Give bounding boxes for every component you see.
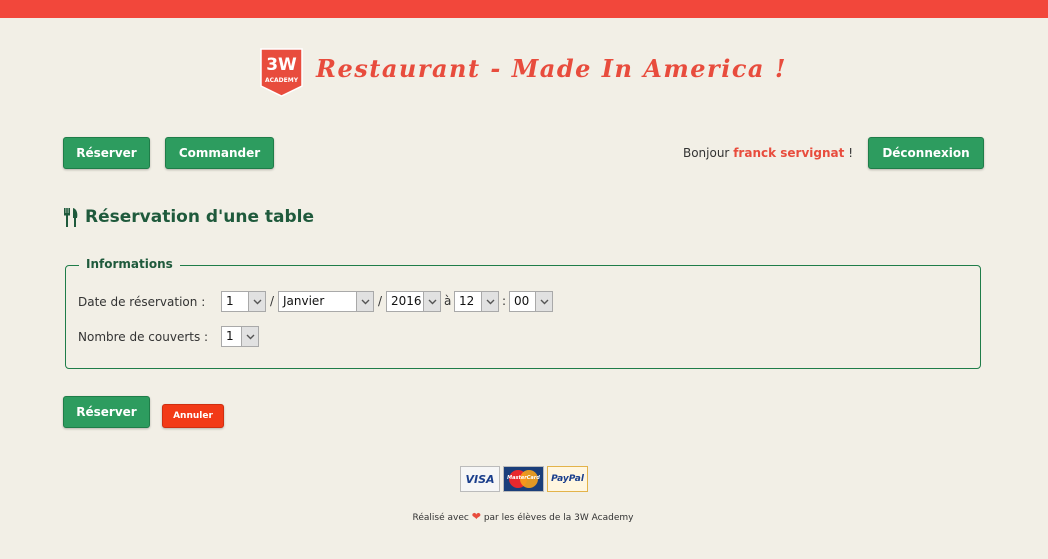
year-select[interactable]: 2016 <box>386 291 441 312</box>
time-separator-colon: : <box>502 294 507 308</box>
paypal-logo-text: PayPal <box>551 474 584 484</box>
logo-shield-icon: 3W ACADEMY <box>260 48 303 97</box>
greeting-prefix: Bonjour <box>682 146 730 160</box>
footer-text-after: par les élèves de la 3W Academy <box>483 513 634 523</box>
chevron-down-icon <box>481 292 498 311</box>
paypal-logo: PayPal <box>547 466 588 492</box>
chevron-down-icon <box>248 292 265 311</box>
minute-value: 00 <box>514 294 530 308</box>
month-value: Janvier <box>283 294 325 308</box>
page-title: Réservation d'une table <box>63 207 314 227</box>
date-label: Date de réservation : <box>78 295 206 309</box>
greeting-suffix: ! <box>848 146 853 160</box>
logout-button[interactable]: Déconnexion <box>868 137 984 169</box>
cutlery-icon <box>64 207 78 227</box>
user-name: franck servignat <box>733 146 845 160</box>
minute-select[interactable]: 00 <box>509 291 553 312</box>
year-value: 2016 <box>391 294 422 308</box>
chevron-down-icon <box>241 327 258 346</box>
mastercard-logo: MasterCard <box>503 466 544 492</box>
informations-fieldset: Informations Date de réservation : 1 / J… <box>65 257 981 369</box>
chevron-down-icon <box>423 292 440 311</box>
visa-logo: VISA <box>460 466 500 492</box>
page-title-text: Réservation d'une table <box>85 207 315 227</box>
logo-text-top: 3W <box>266 55 297 75</box>
day-select[interactable]: 1 <box>221 291 266 312</box>
date-separator: / <box>270 294 275 308</box>
mastercard-logo-text: MasterCard <box>507 475 540 481</box>
hour-select[interactable]: 12 <box>454 291 499 312</box>
date-separator: / <box>378 294 383 308</box>
site-title: Restaurant - Made In America ! <box>316 54 787 83</box>
submit-reservation-button[interactable]: Réserver <box>63 396 150 428</box>
reserve-nav-button[interactable]: Réserver <box>63 137 150 169</box>
heart-icon: ❤ <box>471 510 481 523</box>
covers-value: 1 <box>226 329 234 343</box>
covers-select[interactable]: 1 <box>221 326 259 347</box>
month-select[interactable]: Janvier <box>278 291 374 312</box>
cancel-button[interactable]: Annuler <box>162 404 224 428</box>
visa-logo-text: VISA <box>465 472 495 486</box>
logo-text-bottom: ACADEMY <box>265 77 299 84</box>
academy-logo[interactable]: 3W ACADEMY <box>260 48 303 97</box>
chevron-down-icon <box>535 292 552 311</box>
covers-label: Nombre de couverts : <box>78 330 209 344</box>
time-separator-a: à <box>444 294 452 308</box>
top-bar <box>0 0 1048 18</box>
order-nav-button[interactable]: Commander <box>165 137 274 169</box>
user-greeting: Bonjour franck servignat ! <box>683 146 853 160</box>
day-value: 1 <box>226 294 234 308</box>
chevron-down-icon <box>356 292 373 311</box>
footer-credits: Réalisé avec ❤ par les élèves de la 3W A… <box>0 510 1046 523</box>
fieldset-legend: Informations <box>79 257 180 271</box>
footer-text-before: Réalisé avec <box>412 513 469 523</box>
hour-value: 12 <box>459 294 475 308</box>
